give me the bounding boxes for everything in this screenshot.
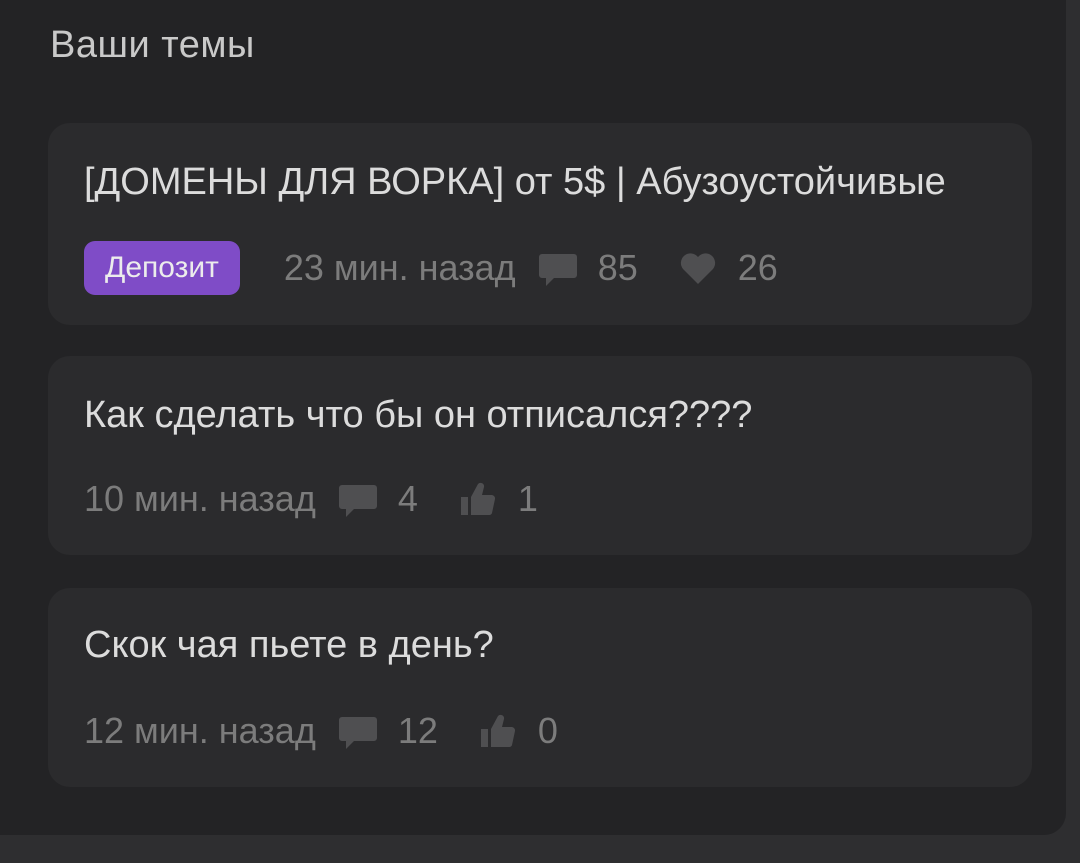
topic-meta: 12 мин. назад 12 0 [84, 710, 558, 752]
topic-time: 10 мин. назад [84, 478, 316, 519]
prefix-badge[interactable]: Депозит [84, 241, 240, 295]
topic-title[interactable]: Как сделать что бы он отписался???? [84, 394, 1002, 437]
comment-count: 85 [597, 247, 638, 288]
topic-card[interactable]: Как сделать что бы он отписался???? 10 м… [48, 356, 1032, 555]
like-count: 26 [737, 247, 778, 288]
topic-meta: Депозит 23 мин. назад 85 26 [84, 241, 778, 295]
section-title: Ваши темы [50, 24, 255, 66]
thumbs-up-icon[interactable] [458, 479, 498, 519]
like-count: 0 [537, 710, 558, 751]
heart-icon[interactable] [678, 248, 718, 288]
like-count: 1 [517, 478, 538, 519]
topic-title[interactable]: [ДОМЕНЫ ДЛЯ ВОРКА] от 5$ | Абузоустойчив… [84, 161, 1002, 204]
comment-count: 12 [397, 710, 438, 751]
topic-time: 23 мин. назад [283, 247, 516, 288]
thumbs-up-icon[interactable] [478, 711, 518, 751]
topic-card[interactable]: Скок чая пьете в день? 12 мин. назад 12 … [48, 588, 1032, 787]
comment-icon [538, 248, 578, 288]
comment-icon [338, 711, 378, 751]
topic-title[interactable]: Скок чая пьете в день? [84, 624, 1002, 667]
your-topics-panel: Ваши темы [ДОМЕНЫ ДЛЯ ВОРКА] от 5$ | Абу… [0, 0, 1066, 835]
topic-time: 12 мин. назад [84, 710, 316, 751]
comment-icon [338, 479, 378, 519]
topic-meta: 10 мин. назад 4 1 [84, 478, 538, 520]
comment-count: 4 [397, 478, 418, 519]
topic-card[interactable]: [ДОМЕНЫ ДЛЯ ВОРКА] от 5$ | Абузоустойчив… [48, 123, 1032, 325]
